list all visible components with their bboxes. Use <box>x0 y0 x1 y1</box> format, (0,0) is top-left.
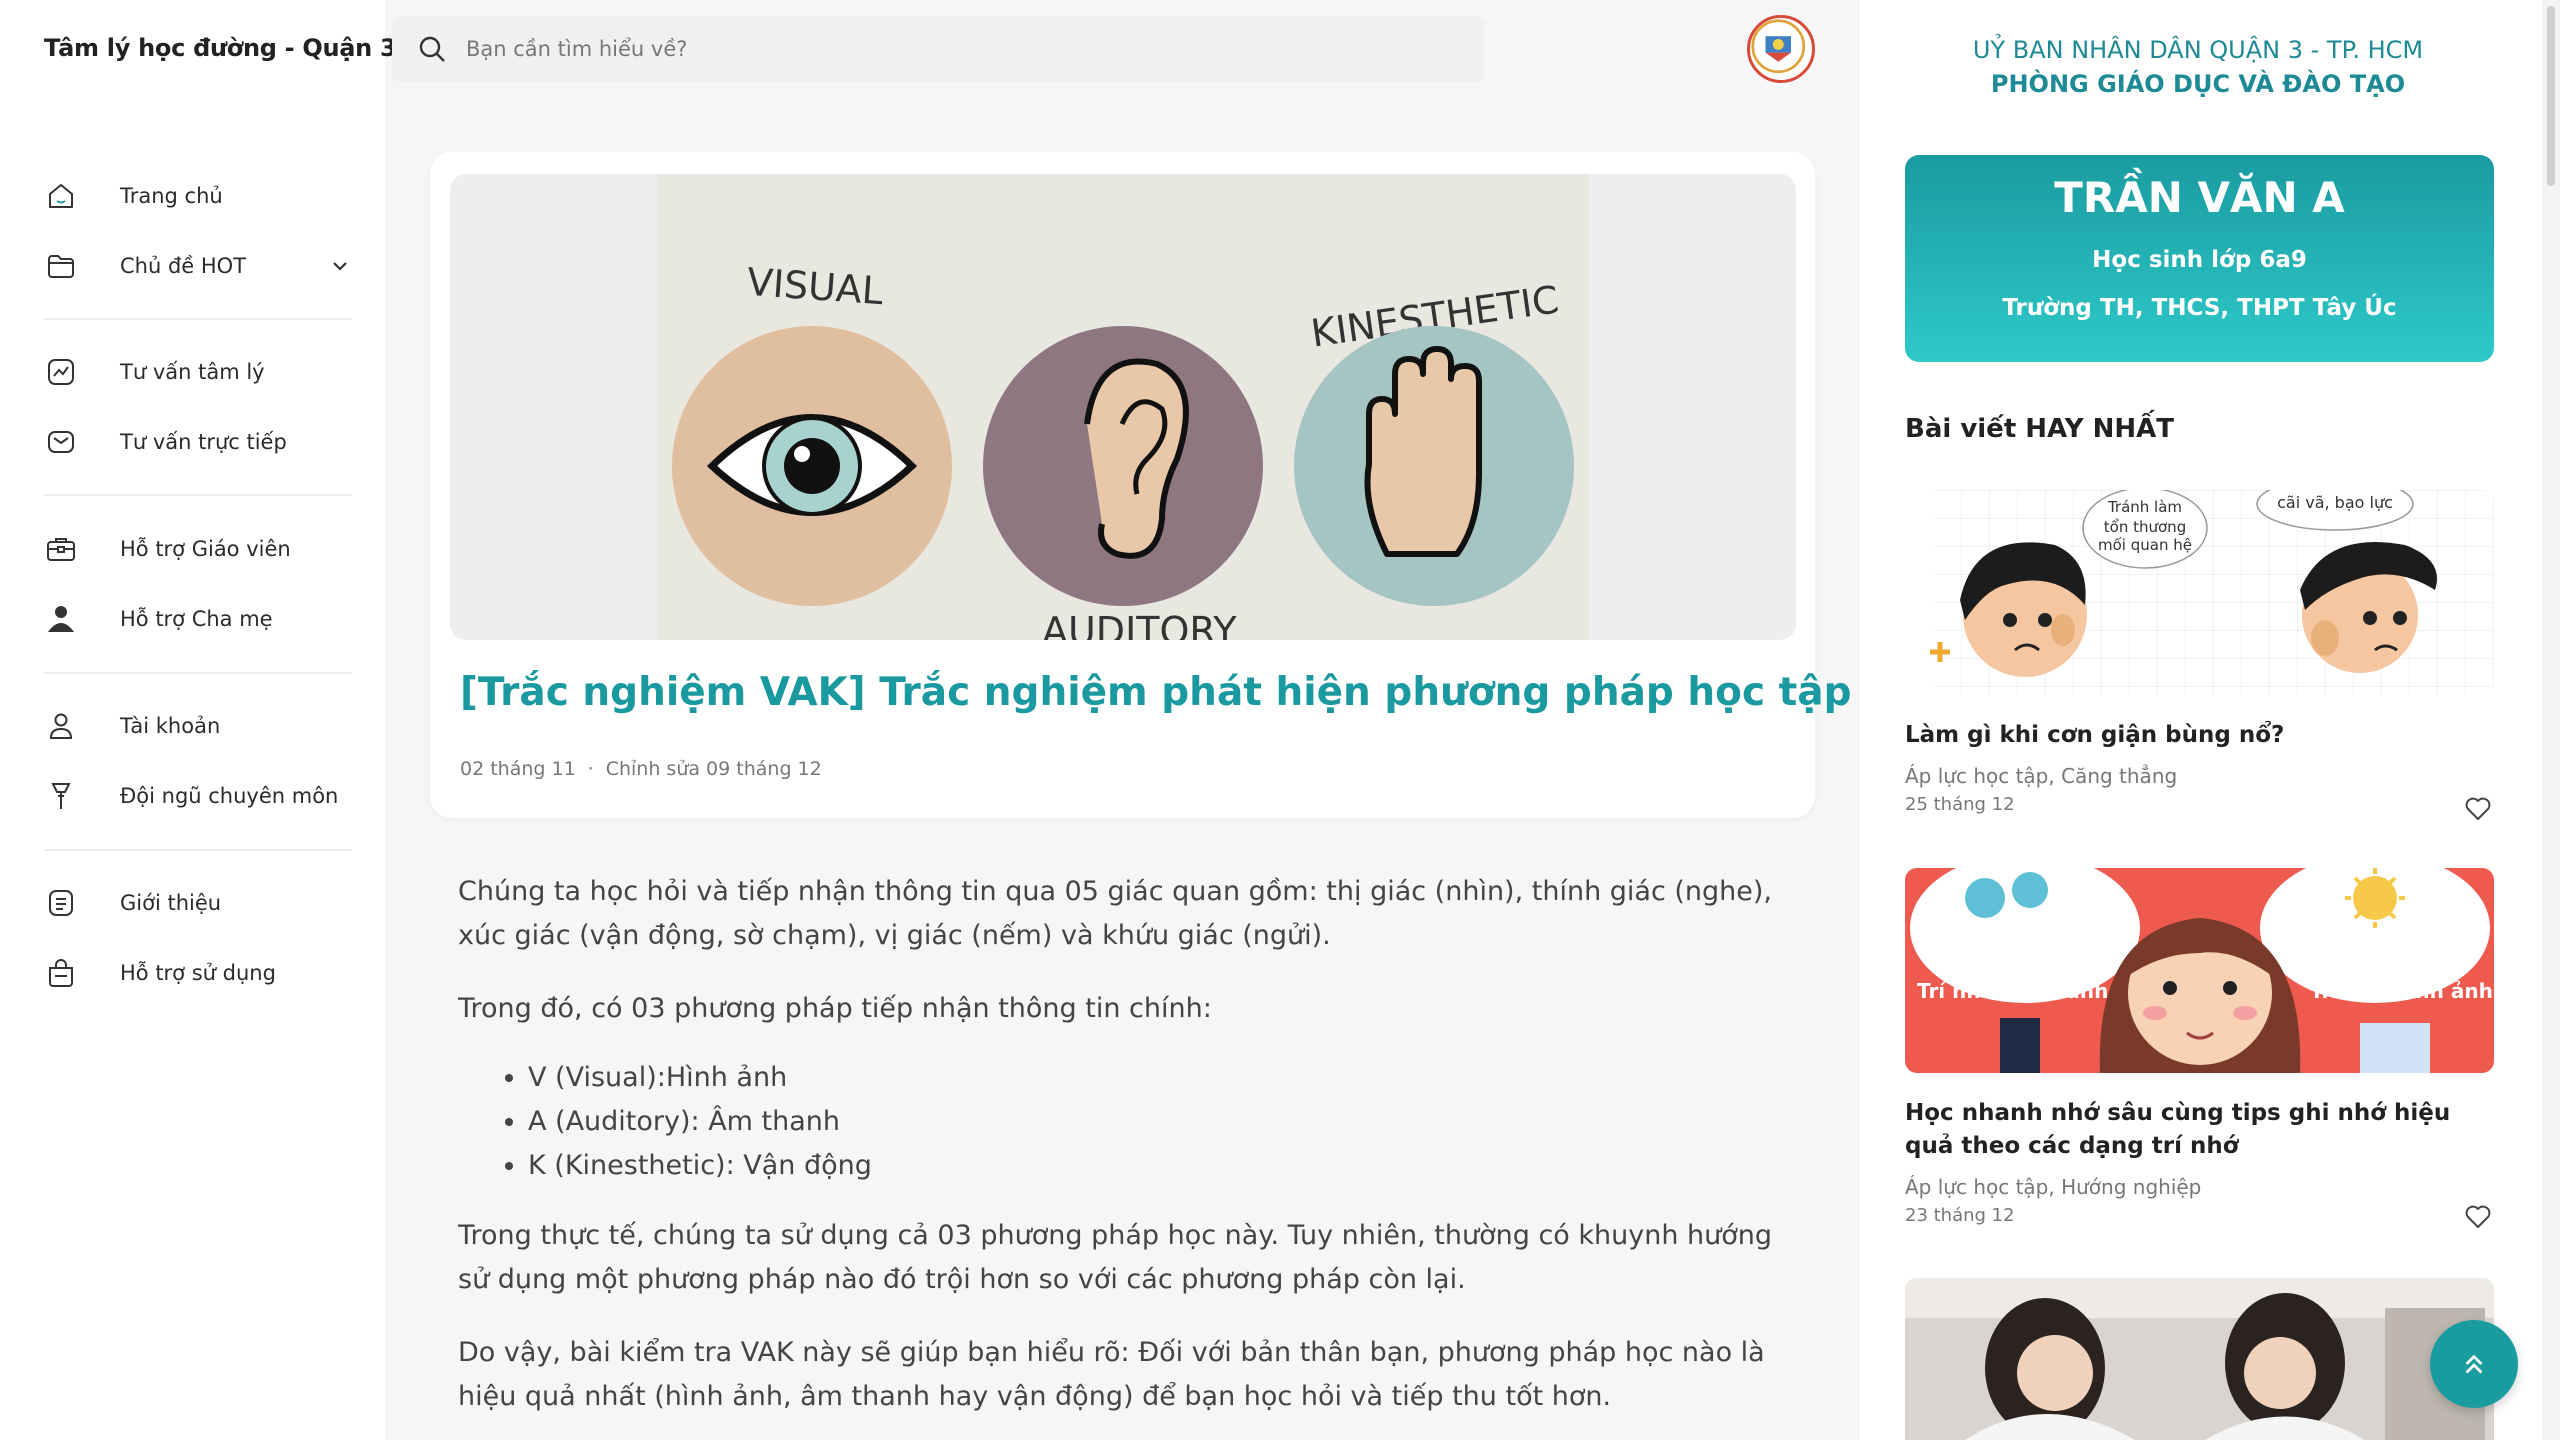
sidebar-item-parent-support[interactable]: Hỗ trợ Cha mẹ <box>44 597 354 641</box>
mail-icon <box>44 425 78 459</box>
meta-separator: · <box>587 758 594 780</box>
thumb-text: Trí nhớ âm thanh <box>1917 979 2108 1003</box>
post-title[interactable]: Học nhanh nhớ sâu cùng tips ghi nhớ hiệu… <box>1905 1097 2494 1163</box>
sidebar-item-team[interactable]: Đội ngũ chuyên môn <box>44 774 354 818</box>
sidebar-item-label: Chủ đề HOT <box>120 254 247 278</box>
auditory-label: AUDITORY <box>1042 609 1237 640</box>
student-school: Trường TH, THCS, THPT Tây Úc <box>2002 295 2397 321</box>
edited-date: Chỉnh sửa 09 tháng 12 <box>605 758 822 780</box>
divider <box>44 318 352 320</box>
search-bar[interactable] <box>392 16 1484 82</box>
briefcase-icon <box>44 532 78 566</box>
tool-icon <box>44 779 78 813</box>
sidebar-item-about[interactable]: Giới thiệu <box>44 881 354 925</box>
sidebar-item-help[interactable]: Hỗ trợ sử dụng <box>44 951 354 995</box>
post-tags[interactable]: Áp lực học tập, Hướng nghiệp <box>1905 1175 2494 1199</box>
heart-icon[interactable] <box>2462 792 2494 824</box>
scrollbar-thumb[interactable] <box>2547 6 2555 186</box>
paragraph: Chúng ta học hỏi và tiếp nhận thông tin … <box>458 876 1772 951</box>
article-card: VISUAL AUDITORY KINESTHETIC [Trắc nghiệm… <box>430 152 2045 818</box>
sidebar-item-counseling[interactable]: Tư vấn tâm lý <box>44 350 354 394</box>
method-list: V (Visual):Hình ảnh A (Auditory): Âm tha… <box>458 1056 1788 1188</box>
post-thumbnail[interactable]: Trí nhớ âm thanh Trí nhớ hình ảnh <box>1905 868 2494 1073</box>
sidebar-item-hot-topics[interactable]: Chủ đề HOT <box>44 244 354 288</box>
article-meta: 02 tháng 11 · Chỉnh sửa 09 tháng 12 <box>460 758 822 780</box>
search-icon <box>419 36 445 62</box>
student-class: Học sinh lớp 6a9 <box>2092 247 2307 273</box>
user-icon <box>44 709 78 743</box>
paragraph: Trong đó, có 03 phương pháp tiếp nhận th… <box>458 993 1212 1024</box>
post-tags[interactable]: Áp lực học tập, Căng thẳng <box>1905 764 2494 788</box>
org-line-2: PHÒNG GIÁO DỤC VÀ ĐÀO TẠO <box>1990 70 2406 98</box>
thumb-text: cãi vã, bạo lực <box>2277 493 2393 512</box>
brand-title[interactable]: Tâm lý học đường - Quận 3 <box>44 34 397 62</box>
paragraph: Do vậy, bài kiểm tra VAK này sẽ giúp bạn… <box>458 1337 1765 1412</box>
search-input[interactable] <box>466 37 1366 61</box>
publish-date: 02 tháng 11 <box>460 758 576 780</box>
post-date: 23 tháng 12 <box>1905 1205 2015 1226</box>
document-icon <box>44 886 78 920</box>
divider <box>44 672 352 674</box>
post-title[interactable]: Làm gì khi cơn giận bùng nổ? <box>1905 719 2494 752</box>
double-chevron-up-icon <box>2465 1354 2483 1374</box>
sidebar: Tâm lý học đường - Quận 3 Trang chủ Chủ … <box>0 0 397 1440</box>
school-logo[interactable] <box>1747 15 1815 83</box>
vak-illustration: VISUAL AUDITORY KINESTHETIC <box>657 174 1589 640</box>
profile-card[interactable]: TRẦN VĂN A Học sinh lớp 6a9 Trường TH, T… <box>1905 155 2494 362</box>
student-name: TRẦN VĂN A <box>2054 173 2345 222</box>
divider <box>44 849 352 851</box>
sidebar-item-label: Hỗ trợ Giáo viên <box>120 537 291 561</box>
home-icon <box>44 179 78 213</box>
sidebar-item-label: Hỗ trợ Cha mẹ <box>120 607 273 631</box>
bag-icon <box>44 956 78 990</box>
sidebar-item-label: Tư vấn trực tiếp <box>120 430 287 454</box>
sidebar-item-teacher-support[interactable]: Hỗ trợ Giáo viên <box>44 527 354 571</box>
heart-icon[interactable] <box>2462 1200 2494 1232</box>
chevron-down-icon[interactable] <box>328 254 352 278</box>
sidebar-item-home[interactable]: Trang chủ <box>44 174 354 218</box>
right-panel: UỶ BAN NHÂN DÂN QUẬN 3 - TP. HCM PHÒNG G… <box>1860 0 2560 1440</box>
sidebar-item-label: Tư vấn tâm lý <box>120 360 265 384</box>
sidebar-item-label: Giới thiệu <box>120 891 222 915</box>
org-line-1: UỶ BAN NHÂN DÂN QUẬN 3 - TP. HCM <box>1972 36 2424 64</box>
sidebar-item-label: Đội ngũ chuyên môn <box>120 784 339 808</box>
sidebar-item-label: Tài khoản <box>120 714 221 738</box>
list-item: V (Visual):Hình ảnh <box>528 1056 1788 1100</box>
parent-icon <box>44 602 78 636</box>
sidebar-item-label: Hỗ trợ sử dụng <box>120 961 276 985</box>
svg-text:tổn thương: tổn thương <box>2104 518 2186 536</box>
sidebar-item-account[interactable]: Tài khoản <box>44 704 354 748</box>
svg-text:mối quan hệ: mối quan hệ <box>2098 536 2192 554</box>
post-date: 25 tháng 12 <box>1905 794 2015 815</box>
chart-icon <box>44 355 78 389</box>
post-thumbnail[interactable] <box>1905 1278 2494 1440</box>
list-item: A (Auditory): Âm thanh <box>528 1100 1788 1144</box>
article-hero-image[interactable]: VISUAL AUDITORY KINESTHETIC <box>450 174 1796 640</box>
visual-label: VISUAL <box>745 260 884 313</box>
best-posts-heading: Bài viết HAY NHẤT <box>1905 414 2174 444</box>
list-item: K (Kinesthetic): Vận động <box>528 1144 1788 1188</box>
scroll-to-top-button[interactable] <box>2430 1320 2518 1408</box>
paragraph: Trong thực tế, chúng ta sử dụng cả 03 ph… <box>458 1220 1773 1295</box>
sidebar-item-direct-counseling[interactable]: Tư vấn trực tiếp <box>44 420 354 464</box>
scrollbar[interactable] <box>2542 0 2560 1440</box>
sidebar-item-label: Trang chủ <box>120 184 223 208</box>
post-card[interactable]: Tránh làm tổn thương mối quan hệ cãi vã,… <box>1905 490 2494 820</box>
post-card[interactable]: Trí nhớ âm thanh Trí nhớ hình ảnh Học nh… <box>1905 868 2494 1228</box>
svg-text:Tránh làm: Tránh làm <box>2107 498 2182 516</box>
seal-icon <box>1751 19 1806 74</box>
divider <box>44 494 352 496</box>
thumb-text: Trí nhớ hình ảnh <box>2310 979 2493 1003</box>
post-card[interactable] <box>1905 1278 2494 1440</box>
article-body: Chúng ta học hỏi và tiếp nhận thông tin … <box>458 870 1788 1440</box>
post-thumbnail[interactable]: Tránh làm tổn thương mối quan hệ cãi vã,… <box>1905 490 2494 695</box>
folder-icon <box>44 249 78 283</box>
article-title[interactable]: [Trắc nghiệm VAK] Trắc nghiệm phát hiện … <box>460 670 2045 715</box>
